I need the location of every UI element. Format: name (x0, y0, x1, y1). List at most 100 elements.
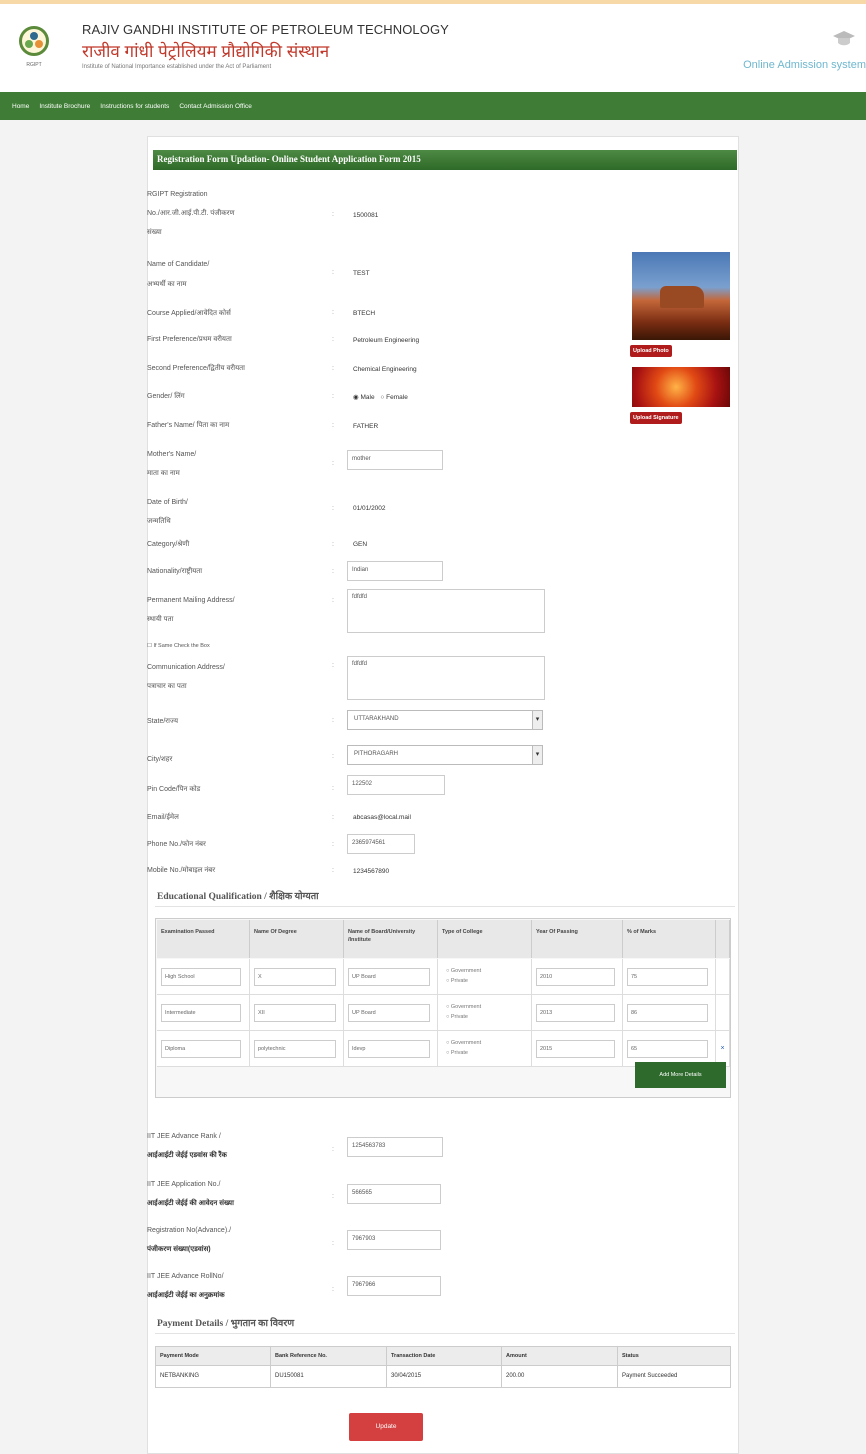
table-cell: UP Board (344, 959, 438, 995)
category-value: GEN (353, 541, 368, 548)
upload-photo-button[interactable]: Upload Photo (630, 345, 672, 357)
college-type-pvt-radio[interactable]: ○ Private (446, 978, 468, 984)
marks-input[interactable]: 65 (627, 1040, 708, 1058)
degree-input[interactable]: XII (254, 1004, 336, 1022)
colon: : (332, 568, 334, 575)
city-select[interactable]: PITHORAGARH ▾ (347, 745, 543, 765)
phone-input[interactable]: 2365974561 (347, 834, 415, 854)
marks-input[interactable]: 75 (627, 968, 708, 986)
nav-brochure[interactable]: Institute Brochure (39, 103, 90, 110)
gender-male-label: Male (360, 394, 375, 401)
college-type-pvt-radio[interactable]: ○ Private (446, 1014, 468, 1020)
communication-address-textarea[interactable]: fdfdfd (347, 656, 545, 700)
jee-roll-input[interactable]: 7967966 (347, 1276, 441, 1296)
label-category: Category/श्रेणी (147, 541, 190, 548)
label-gender: Gender/ लिंग (147, 393, 185, 400)
year-input[interactable]: 2013 (536, 1004, 615, 1022)
candidate-photo (632, 252, 730, 340)
marks-input[interactable]: 86 (627, 1004, 708, 1022)
degree-input[interactable]: X (254, 968, 336, 986)
college-type-gov-radio[interactable]: ○ Government (446, 1004, 481, 1010)
update-button[interactable]: Update (349, 1413, 423, 1441)
table-cell: polytechnic (250, 1031, 344, 1067)
col-header-board: Name of Board/University /Institute (344, 920, 438, 958)
table-cell: UP Board (344, 995, 438, 1031)
board-input[interactable]: Idevp (348, 1040, 430, 1058)
label-father: Father's Name/ पिता का नाम (147, 422, 230, 429)
jee-app-input[interactable]: 566565 (347, 1184, 441, 1204)
college-type-gov-radio[interactable]: ○ Government (446, 968, 481, 974)
pay-header-ref: Bank Reference No. (271, 1347, 387, 1365)
graduation-cap-icon (833, 31, 855, 46)
table-cell: 86 (623, 995, 716, 1031)
label-regno-2: No./आर.जी.आई.पी.टी. पंजीकरण (147, 210, 235, 217)
father-value: FATHER (353, 423, 379, 430)
label-jee-app-2: आईआईटी जेईई की आवेदन संख्या (147, 1200, 234, 1207)
label-dob-1: Date of Birth/ (147, 499, 188, 506)
year-input[interactable]: 2015 (536, 1040, 615, 1058)
table-cell: X (250, 959, 344, 995)
education-heading: Educational Qualification / शैक्षिक योग्… (157, 892, 319, 902)
nav-instructions[interactable]: Instructions for students (100, 103, 169, 110)
college-type-pvt-radio[interactable]: ○ Private (446, 1050, 468, 1056)
colon: : (332, 422, 334, 429)
gender-male-radio[interactable]: ◉ (353, 394, 359, 401)
institute-name-en: RAJIV GANDHI INSTITUTE OF PETROLEUM TECH… (82, 22, 449, 37)
colon: : (332, 1240, 334, 1247)
permanent-address-textarea[interactable]: fdfdfd (347, 589, 545, 633)
table-cell: 2013 (532, 995, 623, 1031)
name-value: TEST (353, 270, 370, 277)
online-admission-label: Online Admission system (743, 59, 866, 71)
pref1-value: Petroleum Engineering (353, 337, 420, 344)
chevron-down-icon[interactable]: ▾ (532, 711, 542, 729)
degree-input[interactable]: polytechnic (254, 1040, 336, 1058)
same-address-checkbox[interactable]: ☐ (147, 643, 152, 649)
table-cell: XII (250, 995, 344, 1031)
label-jee-roll-2: आईआईटी जेईई का अनुक्रमांक (147, 1292, 225, 1299)
email-value: abcasas@local.mail (353, 814, 411, 821)
pay-header-date: Transaction Date (387, 1347, 502, 1365)
year-input[interactable]: 2010 (536, 968, 615, 986)
add-more-details-button[interactable]: Add More Details (635, 1062, 726, 1088)
exam-input[interactable]: Diploma (161, 1040, 241, 1058)
exam-input[interactable]: Intermediate (161, 1004, 241, 1022)
nav-home[interactable]: Home (12, 103, 29, 110)
college-type-gov-label: Government (450, 1040, 482, 1046)
state-selected-value: UTTARAKHAND (354, 716, 399, 722)
colon: : (332, 1146, 334, 1153)
college-type-gov-radio[interactable]: ○ Government (446, 1040, 481, 1046)
college-type-gov-label: Government (450, 968, 482, 974)
nationality-input[interactable]: Indian (347, 561, 443, 581)
board-input[interactable]: UP Board (348, 968, 430, 986)
gender-female-radio[interactable]: ○ (380, 394, 384, 401)
board-input[interactable]: UP Board (348, 1004, 430, 1022)
pin-input[interactable]: 122502 (347, 775, 445, 795)
state-select[interactable]: UTTARAKHAND ▾ (347, 710, 543, 730)
divider (155, 906, 735, 907)
table-cell: 2015 (532, 1031, 623, 1067)
dob-value: 01/01/2002 (353, 505, 386, 512)
college-type-pvt-label: Private (450, 978, 468, 984)
chevron-down-icon[interactable]: ▾ (532, 746, 542, 764)
pay-header-amount: Amount (502, 1347, 618, 1365)
label-state: State/राज्य (147, 718, 179, 725)
gender-female-label: Female (386, 394, 408, 401)
colon: : (332, 814, 334, 821)
colon: : (332, 717, 334, 724)
table-cell (716, 995, 730, 1031)
table-cell (716, 959, 730, 995)
colon: : (332, 393, 334, 400)
jee-rank-input[interactable]: 1254563783 (347, 1137, 443, 1157)
colon: : (332, 541, 334, 548)
label-jee-app-1: IIT JEE Application No./ (147, 1181, 221, 1188)
upload-signature-button[interactable]: Upload Signature (630, 412, 682, 424)
mother-input[interactable]: mother (347, 450, 443, 470)
gender-radio-group: ◉ Male ○ Female (353, 393, 408, 401)
nav-contact[interactable]: Contact Admission Office (179, 103, 252, 110)
exam-input[interactable]: High School (161, 968, 241, 986)
education-table: Examination Passed Name Of Degree Name o… (155, 918, 731, 1098)
jee-reg-input[interactable]: 7967903 (347, 1230, 441, 1250)
institute-logo: RGIPT (16, 24, 52, 68)
table-cell: Idevp (344, 1031, 438, 1067)
colon: : (332, 597, 334, 604)
